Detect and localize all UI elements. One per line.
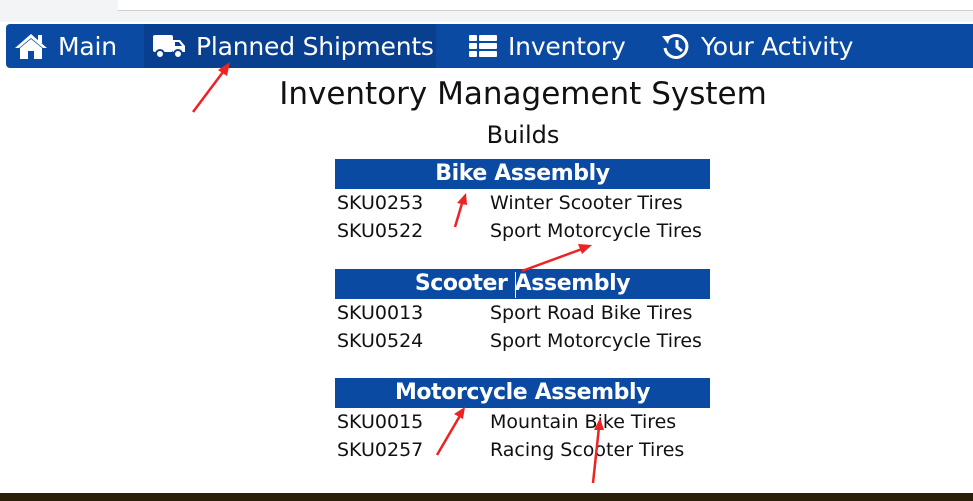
part-sku: SKU0522 [337,220,424,242]
part-row: SKU0257 Racing Scooter Tires [335,436,710,464]
home-icon [14,32,48,60]
nav-item-your-activity-label: Your Activity [701,31,854,61]
part-name: Racing Scooter Tires [490,439,685,461]
part-row: SKU0524 Sport Motorcycle Tires [335,327,710,355]
build-header: Bike Assembly [335,159,710,189]
bottom-border [0,493,973,501]
page-title: Inventory Management System [279,76,767,112]
part-sku: SKU0524 [337,330,424,352]
nav-item-main[interactable]: Main [6,24,122,68]
part-row: SKU0015 Mountain Bike Tires [335,408,710,436]
nav-item-planned-shipments-label: Planned Shipments [196,31,434,61]
build-section-bike: Bike Assembly SKU0253 Winter Scooter Tir… [335,159,710,245]
part-sku: SKU0013 [337,302,424,324]
part-sku: SKU0253 [337,192,424,214]
part-row: SKU0013 Sport Road Bike Tires [335,299,710,327]
page-subtitle: Builds [486,121,560,149]
history-icon [661,32,691,60]
truck-icon [152,32,186,60]
nav-item-inventory-label: Inventory [508,31,626,61]
part-sku: SKU0257 [337,439,424,461]
build-header: Motorcycle Assembly [335,378,710,408]
part-name: Sport Motorcycle Tires [490,220,702,242]
part-name: Winter Scooter Tires [490,192,683,214]
part-row: SKU0253 Winter Scooter Tires [335,189,710,217]
table-list-icon [468,33,498,59]
nav-item-main-label: Main [58,31,117,61]
nav-item-inventory[interactable]: Inventory [466,24,626,68]
part-name: Sport Motorcycle Tires [490,330,702,352]
nav-item-your-activity[interactable]: Your Activity [659,24,853,68]
address-bar-edge [118,0,973,11]
annotation-arrow [521,244,592,273]
build-header: Scooter Assembly [335,269,710,299]
text-cursor [515,272,516,298]
part-name: Sport Road Bike Tires [490,302,693,324]
build-section-scooter: Scooter Assembly SKU0013 Sport Road Bike… [335,269,710,355]
part-row: SKU0522 Sport Motorcycle Tires [335,217,710,245]
nav-item-planned-shipments[interactable]: Planned Shipments [144,24,436,68]
top-navbar: Main Planned Shipments Inventory Your Ac… [6,24,973,68]
browser-top-strip [0,0,973,22]
part-name: Mountain Bike Tires [490,411,677,433]
part-sku: SKU0015 [337,411,424,433]
build-section-motorcycle: Motorcycle Assembly SKU0015 Mountain Bik… [335,378,710,464]
